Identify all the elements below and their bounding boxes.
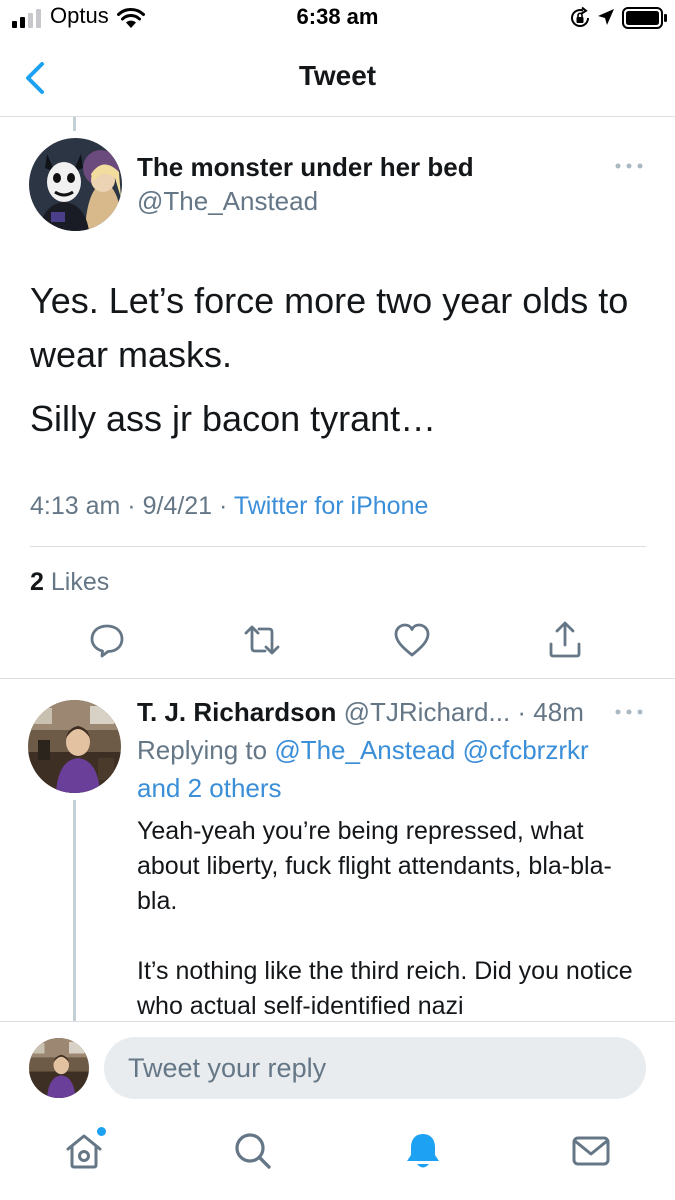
retweet-icon[interactable] (242, 620, 282, 660)
new-content-dot (97, 1127, 106, 1136)
nav-header: Tweet (0, 40, 675, 117)
like-heart-icon[interactable] (392, 620, 432, 660)
reply-author-name[interactable]: T. J. Richardson (137, 697, 336, 727)
reply-composer (0, 1021, 675, 1112)
more-options-icon[interactable] (612, 702, 646, 722)
reply-paragraph: Yeah-yeah you’re being repressed, what a… (137, 817, 612, 915)
battery-icon (622, 7, 667, 29)
reply-header: T. J. Richardson @TJRichard... · 48m (137, 697, 584, 727)
status-bar: Optus 6:38 am (0, 0, 675, 40)
thread-connector (73, 117, 76, 131)
likes-count-link[interactable]: 2 Likes (30, 568, 109, 597)
reply-author-avatar[interactable] (28, 700, 121, 793)
reply-age: 48m (533, 697, 584, 727)
tweet-meta: 4:13 am · 9/4/21 · Twitter for iPhone (30, 492, 429, 520)
author-display-name[interactable]: The monster under her bed (137, 152, 474, 183)
tweet-date: 9/4/21 (142, 492, 213, 520)
divider (30, 546, 646, 547)
reply-author-handle[interactable]: @TJRichard... (344, 697, 511, 727)
current-user-avatar (29, 1038, 89, 1098)
divider (0, 678, 675, 679)
tweet-text: Yes. Let’s force more two year olds to w… (30, 274, 655, 446)
author-avatar[interactable] (29, 138, 122, 231)
replying-to-label: Replying to (137, 735, 268, 765)
tab-bar (0, 1111, 675, 1200)
likes-label: Likes (50, 568, 110, 596)
tweet-text-line: Silly ass jr bacon tyrant… (30, 398, 437, 439)
author-handle[interactable]: @The_Anstead (137, 186, 318, 217)
share-icon[interactable] (545, 620, 585, 660)
tweet-time: 4:13 am (30, 492, 121, 520)
tweet-text-line: Yes. Let’s force more two year olds to w… (30, 280, 629, 375)
replying-to: Replying to @The_Anstead @cfcbrzrkr and … (137, 731, 637, 807)
rotation-lock-icon (571, 6, 589, 27)
reply-input[interactable] (104, 1037, 646, 1099)
more-options-icon[interactable] (612, 156, 646, 176)
thread-connector-line (73, 800, 76, 1025)
envelope-icon[interactable] (569, 1129, 613, 1173)
reply-paragraph: It’s nothing like the third reich. Did y… (137, 957, 633, 1020)
likes-count: 2 (30, 568, 44, 596)
reply-icon[interactable] (87, 620, 127, 660)
tweet-source-link[interactable]: Twitter for iPhone (234, 492, 429, 520)
reply-text: Yeah-yeah you’re being repressed, what a… (137, 814, 652, 1024)
location-arrow-icon (598, 9, 614, 25)
search-icon[interactable] (231, 1129, 275, 1173)
page-title: Tweet (298, 60, 377, 91)
bell-icon[interactable] (401, 1129, 445, 1173)
